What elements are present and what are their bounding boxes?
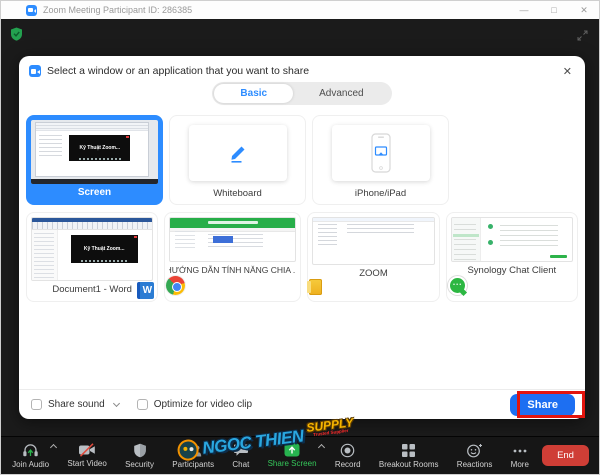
whiteboard-panel — [189, 125, 287, 181]
meeting-toolbar: Join Audio Start Video Security — [1, 436, 599, 474]
tile-label-screen: Screen — [31, 184, 158, 200]
tile-label-word: Document1 - Word — [31, 281, 153, 297]
minimize-button[interactable]: — — [509, 1, 539, 19]
share-dialog: Select a window or an application that y… — [19, 56, 585, 419]
share-button[interactable]: Share — [510, 394, 575, 416]
dialog-close-icon[interactable]: ✕ — [563, 65, 572, 78]
close-button[interactable]: ✕ — [569, 1, 599, 19]
end-meeting-button[interactable]: End — [542, 445, 589, 466]
meeting-stage: Select a window or an application that y… — [1, 19, 599, 474]
share-tile-screen[interactable]: Kỹ Thuật Zoom... Screen — [26, 115, 163, 205]
share-tile-whiteboard[interactable]: Whiteboard — [169, 115, 306, 205]
tile-label-synology: Synology Chat Client — [451, 262, 573, 278]
toolbar-record[interactable]: Record — [326, 437, 370, 474]
share-options-grid: Kỹ Thuật Zoom... Screen Whiteboard — [19, 105, 585, 302]
tile-label-whiteboard: Whiteboard — [174, 185, 301, 201]
more-icon — [512, 443, 528, 458]
maximize-button[interactable]: □ — [539, 1, 569, 19]
synology-thumbnail — [451, 217, 573, 262]
share-tile-synology-chat[interactable]: Synology Chat Client — [446, 212, 578, 302]
share-sound-label: Share sound — [48, 399, 105, 410]
toolbar-participants[interactable]: Participants — [163, 437, 223, 474]
toolbar-more[interactable]: More — [502, 437, 539, 474]
shield-icon — [133, 443, 147, 458]
share-tile-chrome[interactable]: HƯỚNG DẪN TÍNH NĂNG CHIA ... — [164, 212, 301, 302]
iphone-icon — [368, 133, 394, 173]
share-sound-dropdown-icon[interactable] — [113, 400, 120, 407]
pencil-icon — [227, 142, 249, 164]
tab-advanced[interactable]: Advanced — [293, 84, 389, 103]
share-tile-word[interactable]: Kỹ Thuật Zoom... Document1 - Word W — [26, 212, 158, 302]
tile-label-zoom: ZOOM — [312, 265, 434, 281]
video-off-icon — [78, 443, 96, 457]
optimize-video-checkbox[interactable] — [137, 399, 148, 410]
toolbar-chat[interactable]: Chat — [223, 437, 258, 474]
window-title: Zoom Meeting Participant ID: 286385 — [43, 5, 192, 15]
chrome-thumbnail — [169, 217, 296, 262]
encryption-shield-icon[interactable] — [10, 27, 23, 46]
iphone-panel — [332, 125, 430, 181]
reactions-icon — [466, 443, 483, 458]
breakout-rooms-icon — [401, 443, 416, 458]
record-icon — [340, 443, 355, 458]
participants-icon — [184, 443, 202, 458]
toolbar-share-screen[interactable]: Share Screen — [258, 437, 325, 474]
share-screen-icon — [284, 443, 300, 457]
dialog-title: Select a window or an application that y… — [47, 65, 309, 77]
share-tile-zoom-folder[interactable]: ZOOM — [307, 212, 439, 302]
optimize-video-label: Optimize for video clip — [154, 399, 252, 410]
word-thumbnail: Kỹ Thuật Zoom... — [31, 217, 153, 281]
toolbar-security[interactable]: Security — [116, 437, 163, 474]
join-audio-caret-icon[interactable] — [50, 444, 57, 451]
watermark-brand2: SUPPLY — [306, 417, 354, 435]
folder-icon — [309, 279, 322, 295]
toolbar-start-video[interactable]: Start Video — [58, 437, 116, 474]
tile-label-chrome: HƯỚNG DẪN TÍNH NĂNG CHIA ... — [169, 262, 296, 278]
dialog-footer: Share sound Optimize for video clip Shar… — [19, 389, 585, 419]
toolbar-reactions[interactable]: Reactions — [448, 437, 502, 474]
zoom-dialog-icon — [29, 65, 41, 77]
tile-label-iphone-ipad: iPhone/iPad — [317, 185, 444, 201]
headset-icon — [22, 443, 39, 458]
chat-icon — [233, 443, 249, 458]
share-mode-tabs: Basic Advanced — [19, 82, 585, 105]
window-titlebar: Zoom Meeting Participant ID: 286385 — □ … — [1, 1, 599, 19]
fullscreen-expand-icon[interactable] — [577, 28, 588, 46]
toolbar-breakout-rooms[interactable]: Breakout Rooms — [370, 437, 448, 474]
screen-thumbnail: Kỹ Thuật Zoom... — [31, 120, 158, 184]
toolbar-join-audio[interactable]: Join Audio — [3, 437, 58, 474]
chrome-icon — [166, 276, 185, 295]
explorer-thumbnail — [312, 217, 434, 265]
zoom-app-icon — [26, 5, 37, 16]
chat-bubble-icon — [448, 276, 467, 295]
share-screen-caret-icon[interactable] — [318, 444, 325, 451]
tab-basic[interactable]: Basic — [214, 84, 293, 103]
share-sound-checkbox[interactable] — [31, 399, 42, 410]
share-tile-iphone-ipad[interactable]: iPhone/iPad — [312, 115, 449, 205]
word-icon: W — [137, 282, 154, 299]
